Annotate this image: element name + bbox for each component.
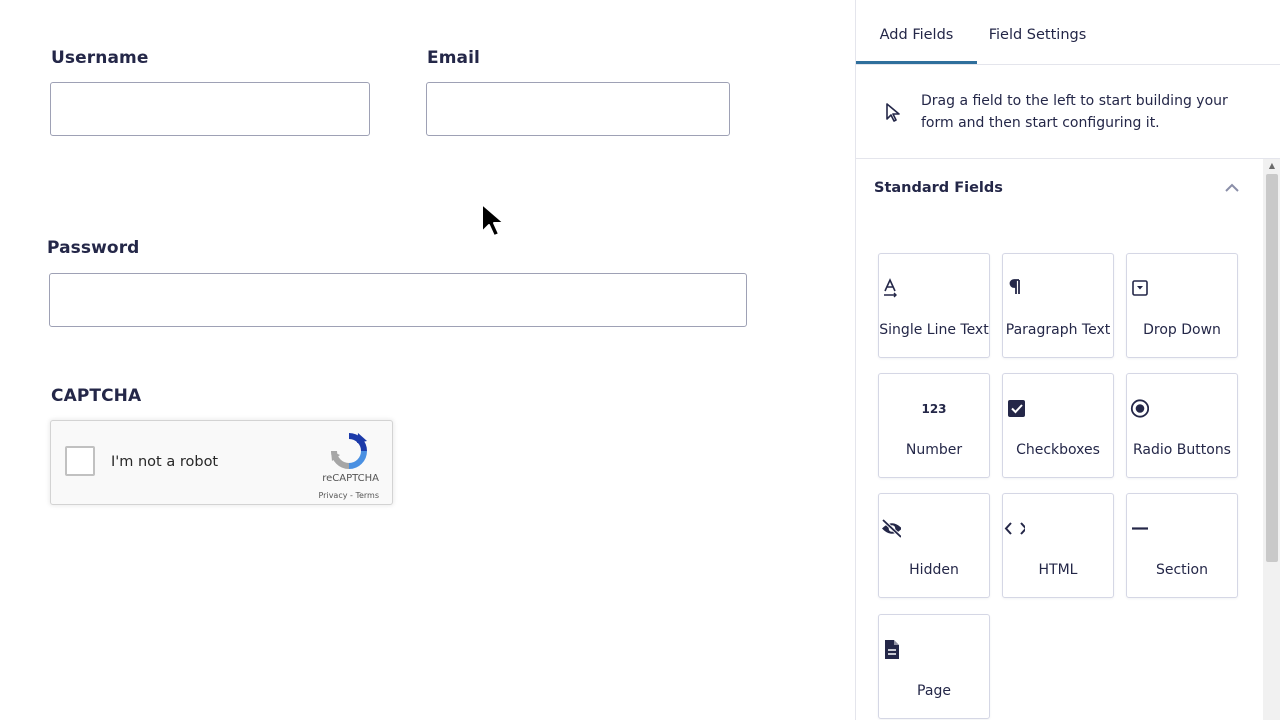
paragraph-icon xyxy=(1009,279,1020,294)
username-label: Username xyxy=(51,48,149,68)
field-label: Drop Down xyxy=(1143,322,1221,338)
recaptcha-text: I'm not a robot xyxy=(111,454,219,470)
document-icon xyxy=(885,640,899,659)
field-number[interactable]: 123 Number xyxy=(878,373,990,478)
field-panel: Add Fields Field Settings Drag a field t… xyxy=(855,0,1280,720)
field-checkboxes[interactable]: Checkboxes xyxy=(1002,373,1114,478)
dropdown-icon xyxy=(1132,280,1148,296)
field-label: Paragraph Text xyxy=(1005,322,1111,338)
field-html[interactable]: HTML xyxy=(1002,493,1114,598)
panel-tabs: Add Fields Field Settings xyxy=(856,0,1280,65)
chevron-up-icon[interactable] xyxy=(1224,182,1240,194)
active-tab-indicator xyxy=(856,61,977,64)
field-drop-down[interactable]: Drop Down xyxy=(1126,253,1238,358)
panel-hint: Drag a field to the left to start buildi… xyxy=(856,65,1280,159)
field-hidden[interactable]: Hidden xyxy=(878,493,990,598)
code-icon xyxy=(1004,522,1025,535)
recaptcha-logo-icon xyxy=(331,433,367,469)
number-icon: 123 xyxy=(921,402,947,416)
field-label: HTML xyxy=(1038,562,1078,578)
recaptcha-links[interactable]: Privacy - Terms xyxy=(319,491,380,500)
captcha-label: CAPTCHA xyxy=(51,386,142,406)
eye-off-icon xyxy=(881,518,901,539)
scrollbar-thumb[interactable] xyxy=(1266,174,1278,562)
field-label: Single Line Text xyxy=(879,322,989,338)
password-input[interactable] xyxy=(49,273,747,327)
field-page[interactable]: Page xyxy=(878,614,990,719)
tab-field-settings[interactable]: Field Settings xyxy=(977,0,1098,64)
field-label: Number xyxy=(905,442,963,458)
field-paragraph-text[interactable]: Paragraph Text xyxy=(1002,253,1114,358)
pointer-icon xyxy=(886,103,900,122)
field-section[interactable]: Section xyxy=(1126,493,1238,598)
hint-text: Drag a field to the left to start buildi… xyxy=(921,93,1228,131)
single-line-text-icon xyxy=(884,278,897,298)
username-input[interactable] xyxy=(50,82,370,136)
tab-add-fields[interactable]: Add Fields xyxy=(856,0,977,64)
mouse-cursor-icon xyxy=(481,203,505,237)
fields-scroll-area: Standard Fields Single Line Text Paragra… xyxy=(856,159,1280,720)
field-label: Hidden xyxy=(909,562,959,578)
field-label: Checkboxes xyxy=(1016,442,1100,458)
field-label: Radio Buttons xyxy=(1133,442,1231,458)
form-canvas: Username Email Password CAPTCHA I'm not … xyxy=(0,0,855,720)
password-label: Password xyxy=(47,238,140,258)
field-label: Section xyxy=(1155,562,1208,578)
recaptcha-brand: reCAPTCHA xyxy=(322,473,379,484)
checkbox-icon xyxy=(1008,400,1025,417)
section-title: Standard Fields xyxy=(874,180,1003,196)
minus-icon xyxy=(1132,527,1148,530)
recaptcha-checkbox[interactable] xyxy=(65,446,95,476)
email-input[interactable] xyxy=(426,82,730,136)
scrollbar[interactable]: ▲ xyxy=(1263,159,1280,720)
recaptcha-widget: I'm not a robot reCAPTCHA Privacy - Term… xyxy=(50,420,393,505)
radio-icon xyxy=(1130,399,1149,418)
field-label: Page xyxy=(917,683,951,699)
field-single-line-text[interactable]: Single Line Text xyxy=(878,253,990,358)
scroll-up-arrow-icon[interactable]: ▲ xyxy=(1263,159,1280,173)
email-label: Email xyxy=(427,48,480,68)
field-radio-buttons[interactable]: Radio Buttons xyxy=(1126,373,1238,478)
